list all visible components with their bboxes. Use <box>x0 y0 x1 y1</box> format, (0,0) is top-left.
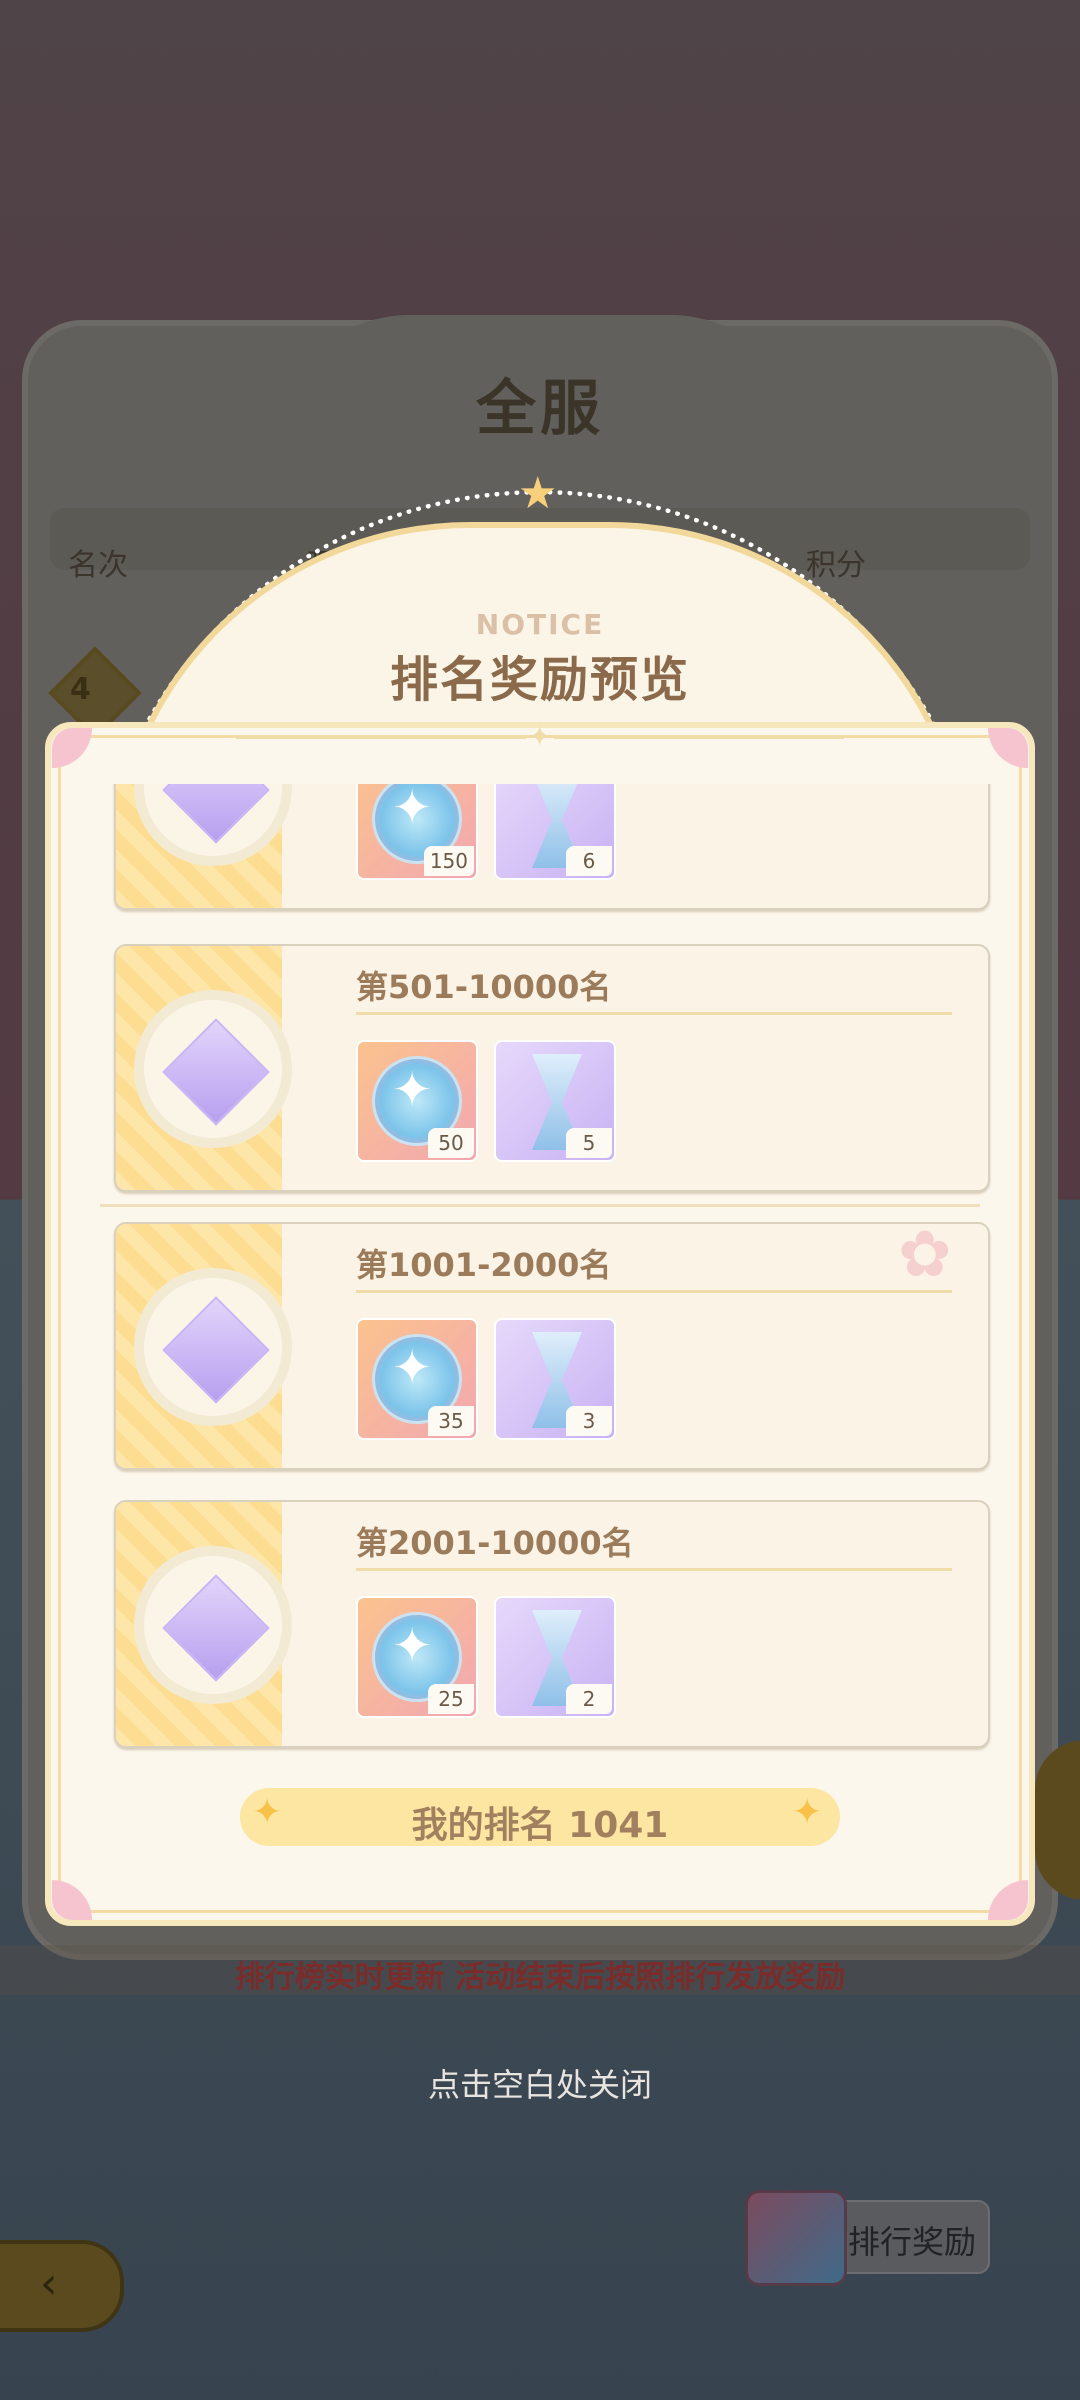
tier-divider <box>356 1290 952 1293</box>
leaderboard-notice: 排行榜实时更新 活动结束后按照排行发放奖励 <box>234 1960 846 1995</box>
reward-item-compass[interactable]: ✦ 150 <box>356 784 478 880</box>
title-divider <box>236 736 526 739</box>
back-button[interactable] <box>0 2240 124 2332</box>
reward-item-hourglass[interactable]: 3 <box>494 1318 616 1440</box>
column-rank: 名次 <box>68 548 128 583</box>
tier-divider <box>356 1568 952 1571</box>
reward-item-hourglass[interactable]: 5 <box>494 1040 616 1162</box>
reward-tier-card: ✦ 150 6 <box>114 784 990 910</box>
back-arrow-icon: ‹ <box>40 2258 58 2309</box>
sparkle-icon: ✦ <box>792 1792 823 1833</box>
gift-icon <box>745 2190 847 2286</box>
reward-tier-card: 第2001-10000名 ✦ 25 2 <box>114 1500 990 1748</box>
item-count: 2 <box>566 1684 612 1714</box>
item-count: 35 <box>428 1406 474 1436</box>
flower-icon: ✿ <box>898 1218 952 1292</box>
compass-star-icon: ✦ <box>392 1062 433 1118</box>
item-count: 3 <box>566 1406 612 1436</box>
item-count: 6 <box>566 846 612 876</box>
tier-rank-label: 第1001-2000名 <box>356 1246 612 1284</box>
tier-rank-label: 第501-10000名 <box>356 968 612 1006</box>
tier-rank-label: 第2001-10000名 <box>356 1524 634 1562</box>
reward-item-hourglass[interactable]: 6 <box>494 784 616 880</box>
ranking-reward-label: 排行奖励 <box>848 2223 977 2261</box>
title-divider <box>554 736 844 739</box>
popup-title: 排名奖励预览 <box>389 652 690 708</box>
popup-notice-label: NOTICE <box>475 608 605 641</box>
decorative-divider <box>100 1204 980 1207</box>
my-rank-text: 我的排名 1041 <box>411 1805 669 1846</box>
reward-item-compass[interactable]: ✦ 35 <box>356 1318 478 1440</box>
item-count: 5 <box>566 1128 612 1158</box>
reward-item-hourglass[interactable]: 2 <box>494 1596 616 1718</box>
compass-star-icon: ✦ <box>392 784 433 836</box>
sparkle-icon: ✦ <box>528 720 552 753</box>
tier-divider <box>356 1012 952 1015</box>
compass-star-icon: ✦ <box>392 1618 433 1674</box>
close-hint[interactable]: 点击空白处关闭 <box>0 2060 1080 2106</box>
reward-tier-list[interactable]: ✦ 150 6 第501-10000名 ✦ 50 5 第1001-2000名 ✦… <box>108 784 996 1760</box>
reward-item-compass[interactable]: ✦ 25 <box>356 1596 478 1718</box>
compass-star-icon: ✦ <box>392 1340 433 1396</box>
column-score: 积分 <box>806 548 866 583</box>
star-icon: ★ <box>518 468 558 519</box>
reward-tier-card: 第1001-2000名 ✦ 35 3 <box>114 1222 990 1470</box>
leaderboard-title: 全服 <box>476 374 604 444</box>
item-count: 50 <box>428 1128 474 1158</box>
item-count: 150 <box>423 846 474 876</box>
side-ornament <box>1035 1740 1080 1900</box>
reward-tier-card: 第501-10000名 ✦ 50 5 <box>114 944 990 1192</box>
item-count: 25 <box>428 1684 474 1714</box>
reward-item-compass[interactable]: ✦ 50 <box>356 1040 478 1162</box>
